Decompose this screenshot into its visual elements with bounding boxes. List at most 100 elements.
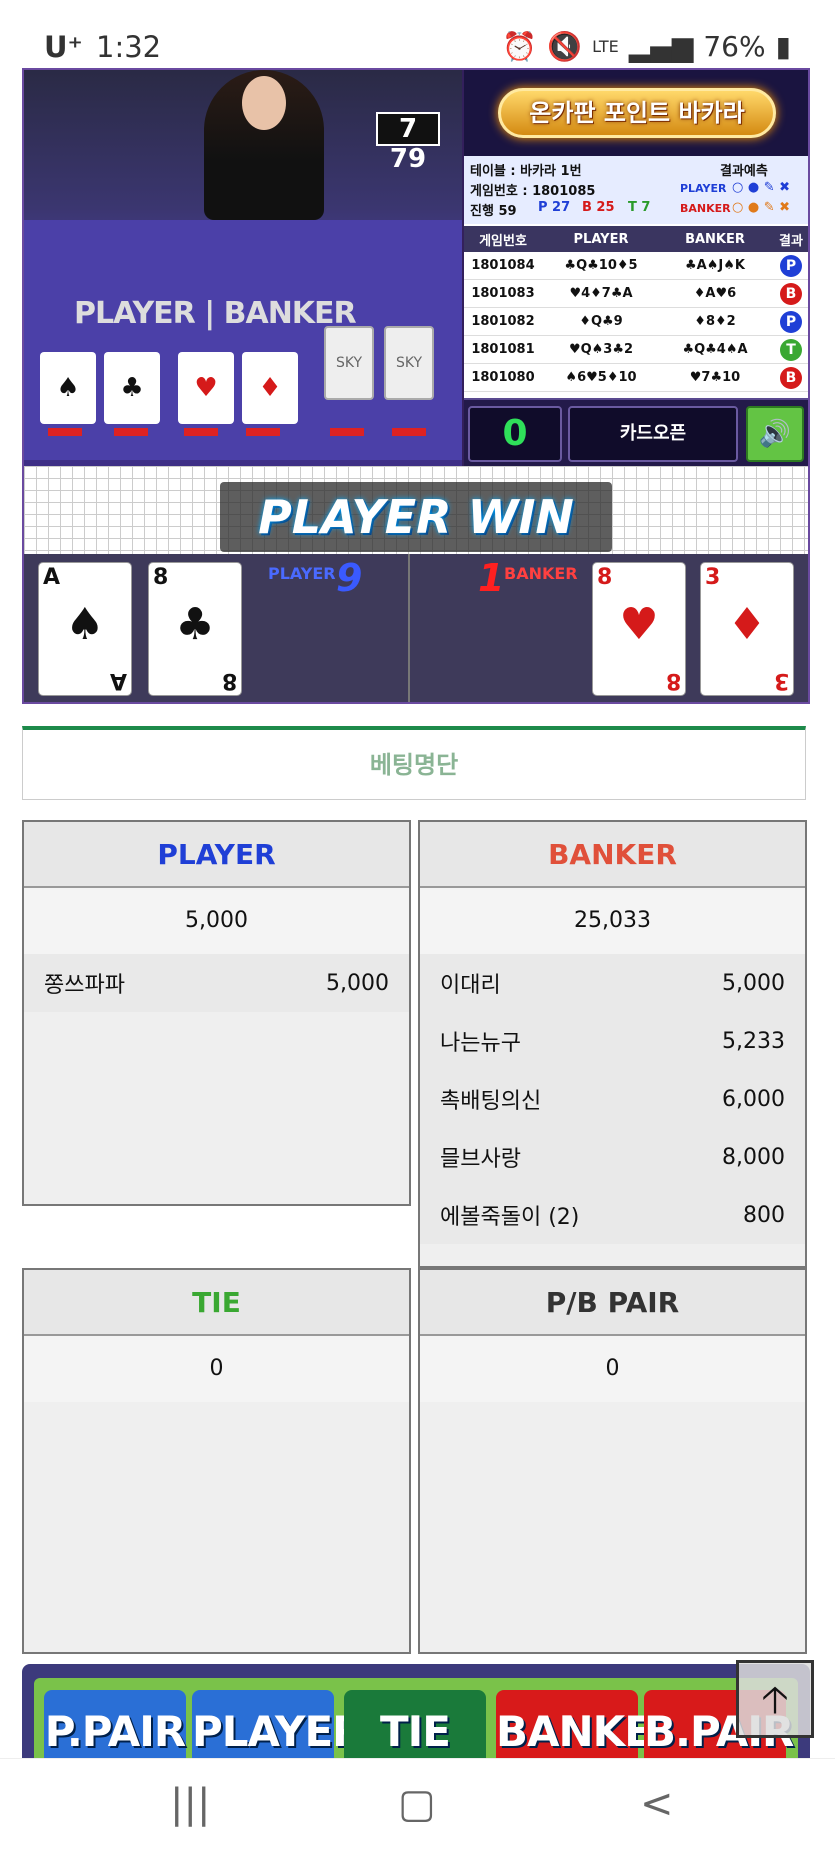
video-card-back: SKY <box>384 326 434 400</box>
card-open-button[interactable]: 카드오픈 <box>568 406 738 462</box>
arrow-up-icon[interactable]: 🡡 <box>736 1660 814 1738</box>
video-card: ♥ <box>178 352 234 424</box>
history-banker-cards: ♣Q♣4♠A <box>682 342 748 357</box>
history-table: 게임번호 PLAYER BANKER 결과 1801084 ♣Q♣10♦5 ♣A♠J… <box>464 226 808 398</box>
bet-entry: 믈브사랑 8,000 <box>420 1128 805 1186</box>
video-card: ♠ <box>40 352 96 424</box>
history-row: 1801081 ♥Q♠3♣2 ♣Q♣4♠A T <box>464 336 808 364</box>
predict-banker-buttons[interactable]: ○ ● ✎ ✖ <box>732 200 790 215</box>
history-game-no: 1801081 <box>471 342 535 357</box>
history-row: 1801082 ♦Q♣9 ♦8♦2 P <box>464 308 808 336</box>
stream-timer: 7 79 <box>376 112 440 174</box>
betting-list-title: 베팅명단 <box>369 751 459 779</box>
bet-amount: 5,233 <box>722 1028 785 1054</box>
banker-bets-list: 이대리 5,000 나는뉴구 5,233 촉배팅의신 6,000 믈브사랑 8,000 에볼죽돌… <box>420 954 805 1244</box>
game-number: 게임번호 : 1801085 <box>470 184 596 199</box>
history-game-no: 1801083 <box>471 286 535 301</box>
bet-entry: 나는뉴구 5,233 <box>420 1012 805 1070</box>
history-banker-cards: ♣A♠J♠K <box>685 258 745 273</box>
p-pair-button[interactable]: P.PAIR <box>44 1690 186 1768</box>
lte-icon: LTE <box>592 37 619 56</box>
clock: 1:32 <box>96 30 162 64</box>
bet-amount: 5,000 <box>722 970 785 996</box>
history-game-no: 1801084 <box>471 258 535 273</box>
hand-display: A ♠ A 8 ♣ 8 PLAYER 9 1 BANKER 8 ♥ 8 3 ♦ … <box>24 554 808 702</box>
history-player-cards: ♦Q♣9 <box>579 314 623 329</box>
tie-bets-total: 0 <box>24 1336 409 1402</box>
banker-button[interactable]: BANKER <box>496 1690 684 1768</box>
bet-entry: 이대리 5,000 <box>420 954 805 1012</box>
bet-amount: 6,000 <box>722 1086 785 1112</box>
live-video: 7 79 PLAYER | BANKER ♠ ♣ ♥ ♦ SKY SKY <box>24 70 462 466</box>
history-col-player: PLAYER <box>573 231 629 247</box>
predict-player-label: PLAYER <box>680 182 727 195</box>
card-counter: 0 <box>468 406 562 462</box>
bettor-name: 쫑쓰파파 <box>44 973 125 998</box>
alarm-icon: ⏰ <box>502 30 538 63</box>
player-bets-title: PLAYER <box>24 822 409 888</box>
history-col-banker: BANKER <box>685 231 745 247</box>
android-nav-bar: ||| ▢ < <box>0 1758 835 1856</box>
history-player-cards: ♥Q♠3♣2 <box>568 342 634 357</box>
tie-button[interactable]: TIE <box>344 1690 486 1768</box>
tie-count: T 7 <box>628 200 651 215</box>
history-banker-cards: ♦8♦2 <box>694 314 736 329</box>
history-col-result: 결과 <box>779 233 803 249</box>
dealer-face <box>242 76 286 130</box>
banker-score: 1 <box>478 556 505 600</box>
predict-player-buttons[interactable]: ○ ● ✎ ✖ <box>732 180 790 195</box>
banker-card-2: 3 ♦ 3 <box>700 562 794 696</box>
home-icon[interactable]: ▢ <box>398 1781 436 1827</box>
bettor-name: 나는뉴구 <box>440 1031 521 1056</box>
history-row: 1801084 ♣Q♣10♦5 ♣A♠J♠K P <box>464 252 808 280</box>
bettor-name: 촉배팅의신 <box>440 1089 542 1114</box>
control-bar: 0 카드오픈 🔊 <box>464 398 808 466</box>
player-button[interactable]: PLAYER <box>192 1690 364 1768</box>
history-banker-cards: ♦A♥6 <box>693 286 737 301</box>
banker-bets-total: 25,033 <box>420 888 805 954</box>
bettor-name: 에볼죽돌이 (2) <box>440 1205 580 1230</box>
hand-divider <box>408 554 410 702</box>
table-label: 테이블 : 바카라 1번 <box>470 164 582 179</box>
bet-entry: 쫑쓰파파 5,000 <box>24 954 409 1012</box>
history-player-cards: ♣Q♣10♦5 <box>564 258 638 273</box>
player-card-2: 8 ♣ 8 <box>148 562 242 696</box>
tie-bets-title: TIE <box>24 1270 409 1336</box>
history-result-badge: T <box>780 338 802 361</box>
bet-entry: 에볼죽돌이 (2) 800 <box>420 1186 805 1244</box>
player-card-1: A ♠ A <box>38 562 132 696</box>
video-board-label: PLAYER | BANKER <box>74 296 357 331</box>
history-player-cards: ♥4♦7♣A <box>569 286 633 301</box>
history-result-badge: B <box>780 366 802 389</box>
history-player-cards: ♠6♥5♦10 <box>565 370 637 385</box>
bet-entry: 촉배팅의신 6,000 <box>420 1070 805 1128</box>
bettor-name: 이대리 <box>440 973 501 998</box>
video-card-back: SKY <box>324 326 374 400</box>
player-bets-list: 쫑쓰파파 5,000 <box>24 954 409 1012</box>
pair-bets-total: 0 <box>420 1336 805 1402</box>
info-panel: 온카판 포인트 바카라 테이블 : 바카라 1번 결과예측 게임번호 : 180… <box>464 70 808 466</box>
game-area: 7 79 PLAYER | BANKER ♠ ♣ ♥ ♦ SKY SKY 온카판… <box>22 68 810 704</box>
mute-icon: 🔇 <box>547 30 583 63</box>
video-marker <box>114 428 148 436</box>
banker-card-1: 8 ♥ 8 <box>592 562 686 696</box>
result-text: PLAYER WIN <box>258 490 574 544</box>
tie-bets: TIE 0 <box>22 1268 411 1654</box>
bettor-name: 믈브사랑 <box>440 1147 521 1172</box>
betting-list-header: 베팅명단 <box>22 726 806 800</box>
video-marker <box>184 428 218 436</box>
battery-label: 76% <box>703 30 766 63</box>
result-banner: PLAYER WIN <box>220 482 612 552</box>
banker-bets-title: BANKER <box>420 822 805 888</box>
video-card: ♣ <box>104 352 160 424</box>
bet-button-bar: P.PAIR PLAYER TIE BANKER B.PAIR <box>22 1664 810 1768</box>
sound-icon[interactable]: 🔊 <box>746 406 804 462</box>
player-bets-total: 5,000 <box>24 888 409 954</box>
back-icon[interactable]: < <box>640 1781 674 1827</box>
recent-apps-icon[interactable]: ||| <box>170 1781 210 1827</box>
history-game-no: 1801082 <box>471 314 535 329</box>
history-result-badge: B <box>780 282 802 305</box>
history-col-no: 게임번호 <box>479 233 527 249</box>
pair-bets: P/B PAIR 0 <box>418 1268 807 1654</box>
video-marker <box>246 428 280 436</box>
